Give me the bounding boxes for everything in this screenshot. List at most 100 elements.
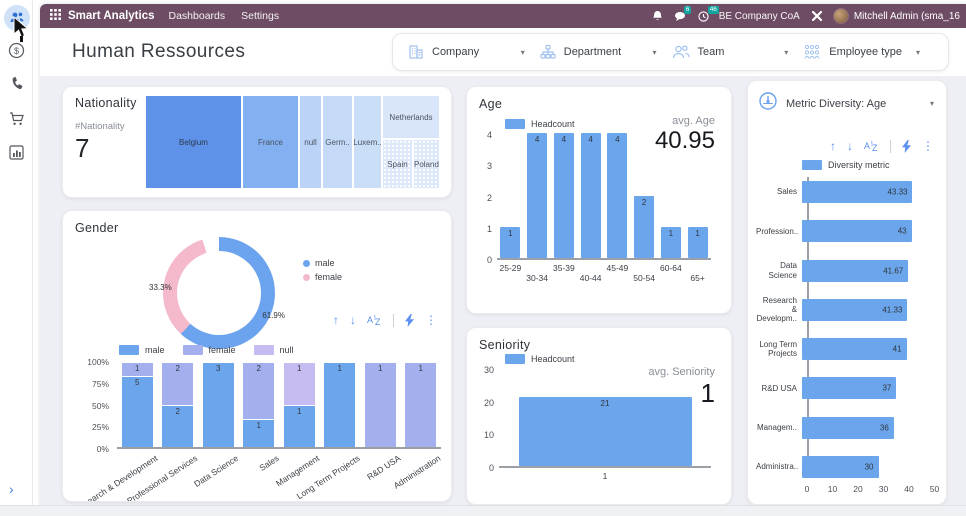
stacked-bar[interactable]: 11 bbox=[284, 362, 315, 447]
filter-team[interactable]: Team ▾ bbox=[671, 43, 803, 61]
bar-Research & Developm..[interactable]: 41.33 bbox=[802, 299, 907, 321]
sidebar-item-purchase[interactable] bbox=[0, 104, 33, 138]
menu-settings[interactable]: Settings bbox=[241, 10, 279, 22]
bar-Sales[interactable]: 43.33 bbox=[802, 181, 912, 203]
sort-alpha-icon[interactable]: AZ bbox=[367, 314, 382, 326]
activities-clock-icon[interactable]: 46 bbox=[698, 11, 709, 22]
notification-bell-icon[interactable] bbox=[652, 10, 663, 22]
bar-Administra..[interactable]: 30 bbox=[802, 456, 879, 478]
segment-value: 1 bbox=[122, 364, 153, 373]
metric-selector-label[interactable]: Metric Diversity: Age bbox=[786, 98, 922, 110]
bar-Managem..[interactable]: 36 bbox=[802, 417, 894, 439]
sidebar-item-dashboards[interactable] bbox=[0, 138, 33, 172]
stacked-bar[interactable]: 22 bbox=[162, 362, 193, 447]
bar-Data Science[interactable]: 41.67 bbox=[802, 260, 908, 282]
bar-segment-male[interactable]: 1 bbox=[284, 405, 315, 448]
sort-descending-icon[interactable]: ↓ bbox=[847, 139, 853, 153]
segment-value: 2 bbox=[162, 407, 193, 416]
stacked-bar[interactable]: 1 bbox=[405, 362, 436, 447]
sidebar-item-employees[interactable] bbox=[0, 0, 33, 36]
gender-by-department-chart: male female null 100%75%50%25%0% 1522321… bbox=[73, 345, 441, 502]
bar-segment-female[interactable]: 2 bbox=[243, 362, 274, 419]
bar-50-54[interactable]: 2 bbox=[634, 196, 654, 259]
legend-item-male[interactable]: male bbox=[303, 258, 342, 268]
filter-bar: Company ▾ Department ▾ Team ▾ bbox=[392, 33, 949, 71]
treemap-tile[interactable]: Spain bbox=[383, 140, 412, 188]
stacked-bar[interactable]: 1 bbox=[324, 362, 355, 447]
bar-65+[interactable]: 1 bbox=[688, 227, 708, 258]
bar-segment-female[interactable]: 1 bbox=[122, 362, 153, 376]
bar-segment-male[interactable]: 5 bbox=[122, 376, 153, 447]
gender-donut-ring[interactable]: 33.3% 61.9% bbox=[163, 237, 275, 349]
treemap-tile[interactable]: France bbox=[243, 96, 298, 188]
bar-30-34[interactable]: 4 bbox=[527, 133, 547, 258]
y-tick: 1 bbox=[487, 224, 492, 234]
bar-segment-male[interactable]: 2 bbox=[162, 405, 193, 448]
treemap-tile[interactable]: Poland bbox=[414, 140, 439, 188]
legend-item-female[interactable]: female bbox=[183, 345, 236, 355]
treemap-tile[interactable]: Germ.. bbox=[323, 96, 352, 188]
bar-segment-male[interactable]: 3 bbox=[203, 362, 234, 447]
bar-segment-female[interactable]: 2 bbox=[162, 362, 193, 405]
svg-text:$: $ bbox=[14, 46, 19, 56]
horizontal-scrollbar[interactable] bbox=[0, 505, 966, 516]
bar-R&D USA[interactable]: 37 bbox=[802, 377, 896, 399]
x-tick-label: 25-29 bbox=[497, 260, 524, 283]
bar-segment-null[interactable]: 1 bbox=[284, 362, 315, 405]
dev-tools-icon[interactable] bbox=[811, 10, 823, 22]
bar-Profession..[interactable]: 43 bbox=[802, 220, 912, 242]
app-brand[interactable]: Smart Analytics bbox=[68, 10, 155, 22]
seniority-legend[interactable]: Headcount bbox=[505, 354, 719, 364]
sort-descending-icon[interactable]: ↓ bbox=[350, 313, 356, 327]
stacked-bar[interactable]: 1 bbox=[365, 362, 396, 447]
menu-dashboards[interactable]: Dashboards bbox=[169, 10, 226, 22]
chevron-down-icon[interactable]: ▾ bbox=[930, 99, 934, 108]
segment-value: 1 bbox=[405, 364, 436, 373]
x-category: Administration bbox=[401, 449, 442, 502]
bar-segment-female[interactable]: 1 bbox=[405, 362, 436, 447]
bar-slot: 1 bbox=[497, 227, 524, 258]
filter-employee-type[interactable]: Employee type ▾ bbox=[802, 43, 934, 61]
more-options-icon[interactable]: ⋮ bbox=[922, 139, 934, 153]
diversity-legend[interactable]: Diversity metric bbox=[802, 160, 936, 170]
filter-department[interactable]: Department ▾ bbox=[539, 43, 671, 61]
stacked-bar[interactable]: 15 bbox=[122, 362, 153, 447]
legend-item-null[interactable]: null bbox=[254, 345, 294, 355]
bar-60-64[interactable]: 1 bbox=[661, 227, 681, 258]
stacked-bar[interactable]: 21 bbox=[243, 362, 274, 447]
legend-item-male[interactable]: male bbox=[119, 345, 165, 355]
company-switcher[interactable]: BE Company CoA bbox=[719, 11, 800, 22]
bar-40-44[interactable]: 4 bbox=[581, 133, 601, 258]
user-menu[interactable]: Mitchell Admin (sma_16 bbox=[854, 11, 960, 22]
bar-35-39[interactable]: 4 bbox=[554, 133, 574, 258]
treemap-tile[interactable]: Belgium bbox=[146, 96, 241, 188]
rail-expand-chevron[interactable]: › bbox=[9, 481, 14, 497]
stacked-bar[interactable]: 3 bbox=[203, 362, 234, 447]
apps-grid-icon[interactable] bbox=[50, 9, 61, 23]
bar-1[interactable]: 21 bbox=[519, 397, 692, 466]
sort-ascending-icon[interactable]: ↑ bbox=[333, 313, 339, 327]
segment-value: 1 bbox=[284, 407, 315, 416]
sidebar-item-phone[interactable] bbox=[0, 70, 33, 104]
quick-actions-bolt-icon[interactable] bbox=[405, 314, 414, 327]
messages-icon[interactable]: 6 bbox=[674, 11, 687, 22]
bar-Long Term Projects[interactable]: 41 bbox=[802, 338, 907, 360]
sidebar-item-sales[interactable]: $ bbox=[0, 36, 33, 70]
bar-segment-male[interactable]: 1 bbox=[243, 419, 274, 447]
bar-45-49[interactable]: 4 bbox=[607, 133, 627, 258]
filter-company[interactable]: Company ▾ bbox=[407, 43, 539, 61]
user-avatar[interactable] bbox=[833, 8, 849, 24]
legend-item-female[interactable]: female bbox=[303, 272, 342, 282]
bar-segment-male[interactable]: 1 bbox=[324, 362, 355, 447]
bar-segment-female[interactable]: 1 bbox=[365, 362, 396, 447]
more-options-icon[interactable]: ⋮ bbox=[425, 313, 437, 327]
y-tick: 25% bbox=[92, 422, 109, 432]
treemap-tile[interactable]: null bbox=[300, 96, 321, 188]
quick-actions-bolt-icon[interactable] bbox=[902, 140, 911, 153]
bar-25-29[interactable]: 1 bbox=[500, 227, 520, 258]
filter-label: Company bbox=[432, 46, 479, 58]
treemap-tile[interactable]: Netherlands bbox=[383, 96, 439, 138]
treemap-tile[interactable]: Luxem.. bbox=[354, 96, 381, 188]
sort-ascending-icon[interactable]: ↑ bbox=[830, 139, 836, 153]
sort-alpha-icon[interactable]: AZ bbox=[864, 140, 879, 152]
